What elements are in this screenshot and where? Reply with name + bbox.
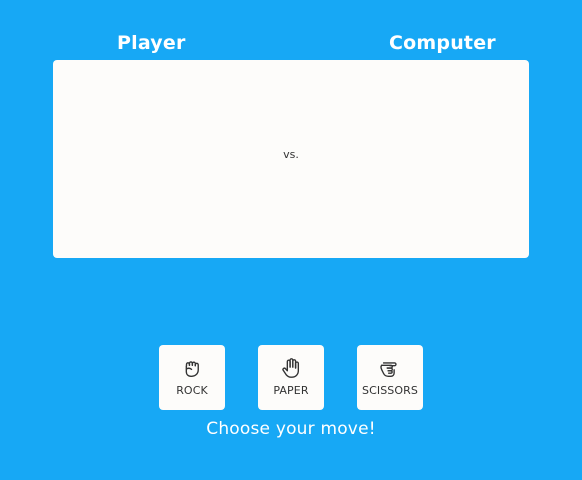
paper-label: PAPER [273,384,309,397]
scissors-hand-icon [379,357,401,379]
game-screen: Player Computer vs. ROCK PAPER SCISSORS … [0,0,582,480]
fist-icon [181,357,203,379]
open-hand-icon [280,357,302,379]
player-label: Player [117,32,186,54]
paper-button[interactable]: PAPER [258,345,324,410]
choose-move-prompt: Choose your move! [206,419,376,439]
vs-text: vs. [283,148,299,161]
rock-button[interactable]: ROCK [159,345,225,410]
scissors-button[interactable]: SCISSORS [357,345,423,410]
rock-label: ROCK [176,384,208,397]
scissors-label: SCISSORS [362,384,418,397]
computer-label: Computer [389,32,496,54]
